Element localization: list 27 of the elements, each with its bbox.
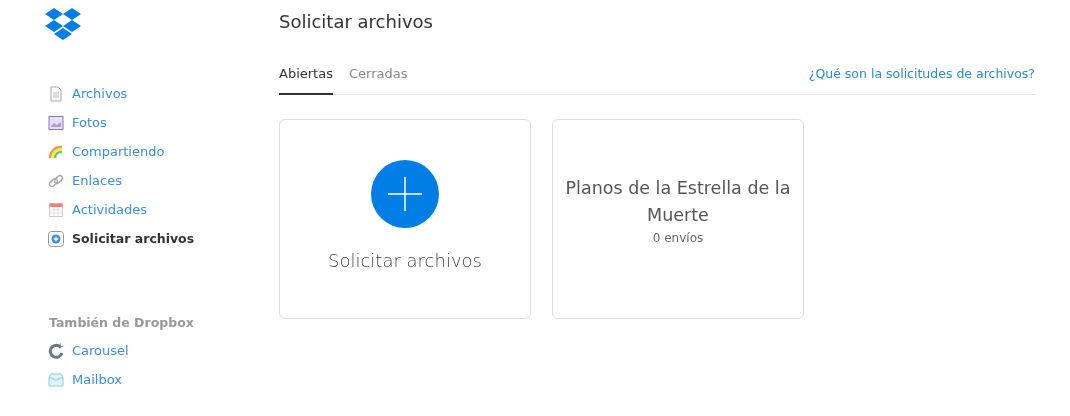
tab[interactable]: Abiertas [279, 66, 333, 95]
help-link[interactable]: ¿Qué son la solicitudes de archivos? [808, 66, 1035, 81]
document-icon [48, 85, 64, 102]
plus-icon [371, 159, 439, 228]
spinner-icon [48, 342, 64, 359]
card-title: Solicitar archivos [328, 249, 482, 271]
tab[interactable]: Cerradas [348, 66, 408, 93]
nav-item[interactable]: Actividades [45, 195, 148, 224]
image-icon [48, 114, 64, 131]
nav-item[interactable]: Solicitar archivos [45, 224, 195, 253]
tray-icon [48, 371, 64, 388]
nav-item[interactable]: Fotos [45, 108, 107, 137]
request-card[interactable]: Planos de la Estrella de la Muerte 0 envíos [552, 119, 804, 319]
link-icon [48, 172, 64, 189]
rainbow-icon [48, 143, 64, 160]
section-heading: También de Dropbox [49, 315, 195, 330]
nav-item[interactable]: Mailbox [45, 365, 122, 394]
nav-item[interactable]: Archivos [45, 79, 128, 108]
calendar-icon [48, 201, 64, 218]
new-request-card[interactable]: Solicitar archivos [279, 119, 531, 319]
nav-item[interactable]: Compartiendo [45, 137, 165, 166]
nav-item[interactable]: Carousel [45, 336, 129, 365]
submission-count: 0 envíos [652, 231, 704, 245]
logo-icon[interactable] [45, 8, 81, 42]
page-title: Solicitar archivos [279, 11, 434, 32]
card-title: Planos de la Estrella de la Muerte [564, 177, 792, 227]
nav-item[interactable]: Enlaces [45, 166, 122, 195]
